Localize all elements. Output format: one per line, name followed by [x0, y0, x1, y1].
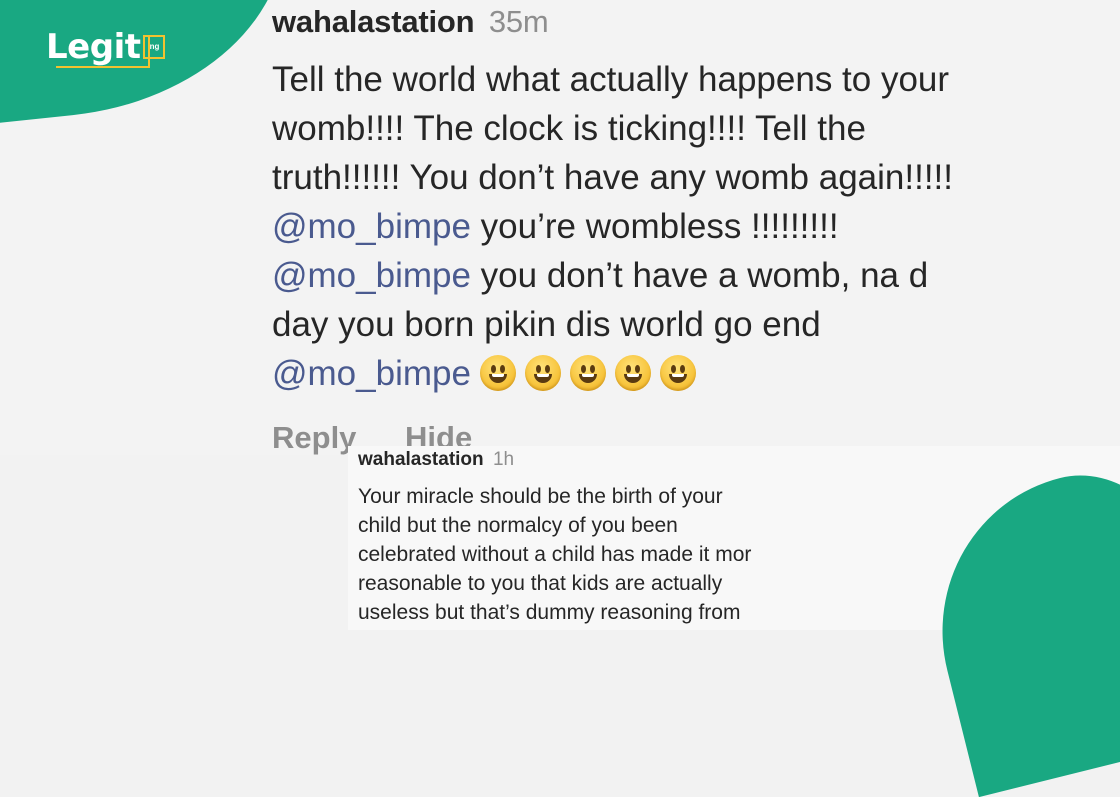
comment-header: wahalastation 35m: [272, 2, 549, 42]
comment-line: truth!!!!!! You don’t have any womb agai…: [272, 153, 1112, 202]
comment-line: womb!!!! The clock is ticking!!!! Tell t…: [272, 104, 1112, 153]
comment-line: day you born pikin dis world go end: [272, 300, 1112, 349]
comment-line: reasonable to you that kids are actually: [358, 572, 723, 595]
comment-header: wahalastation 1h: [358, 448, 514, 472]
grinning-face-icon: [524, 355, 561, 391]
grinning-face-icon: [659, 355, 696, 391]
logo-text: Legit: [46, 27, 141, 67]
comment-text: you don’t have a womb, na d: [470, 256, 929, 295]
comment-line: Tell the world what actually happens to …: [272, 55, 1112, 104]
comment-text: truth!!!!!! You don’t have any womb agai…: [272, 158, 953, 197]
comment-body: Your miracle should be the birth of your…: [358, 482, 878, 627]
grinning-face-icon: [569, 355, 606, 391]
comment-timestamp: 1h: [492, 449, 515, 470]
mention-link[interactable]: @mo_bimpe: [272, 256, 471, 295]
comment-line: child but the normalcy of you been: [358, 514, 678, 537]
comment-line: @mo_bimpe you’re wombless !!!!!!!!!: [272, 202, 1112, 251]
comment-username[interactable]: wahalastation: [358, 449, 484, 470]
logo-ng-badge: ng: [143, 35, 166, 59]
reply-button[interactable]: Reply: [272, 420, 356, 455]
grinning-face-icon: [614, 355, 651, 391]
comment-line: Your miracle should be the birth of your: [358, 485, 723, 508]
comment-line: @mo_bimpe: [272, 349, 1112, 398]
comment-body: Tell the world what actually happens to …: [272, 55, 1112, 398]
comment-timestamp: 35m: [488, 4, 549, 39]
grinning-face-icon: [479, 355, 516, 391]
mention-link[interactable]: @mo_bimpe: [272, 207, 471, 246]
comment-text: womb!!!! The clock is ticking!!!! Tell t…: [272, 109, 866, 148]
comment-username[interactable]: wahalastation: [272, 4, 475, 39]
mention-link[interactable]: @mo_bimpe: [272, 354, 471, 393]
legit-logo: Legit ng: [46, 27, 166, 67]
comment-line: useless but that’s dummy reasoning from: [358, 601, 741, 624]
comment-text: you’re wombless !!!!!!!!!: [470, 207, 839, 246]
comment-line: @mo_bimpe you don’t have a womb, na d: [272, 251, 1112, 300]
comment-text: day you born pikin dis world go end: [272, 305, 821, 344]
comment-line: celebrated without a child has made it m…: [358, 543, 752, 566]
comment-text: Tell the world what actually happens to …: [272, 60, 950, 99]
